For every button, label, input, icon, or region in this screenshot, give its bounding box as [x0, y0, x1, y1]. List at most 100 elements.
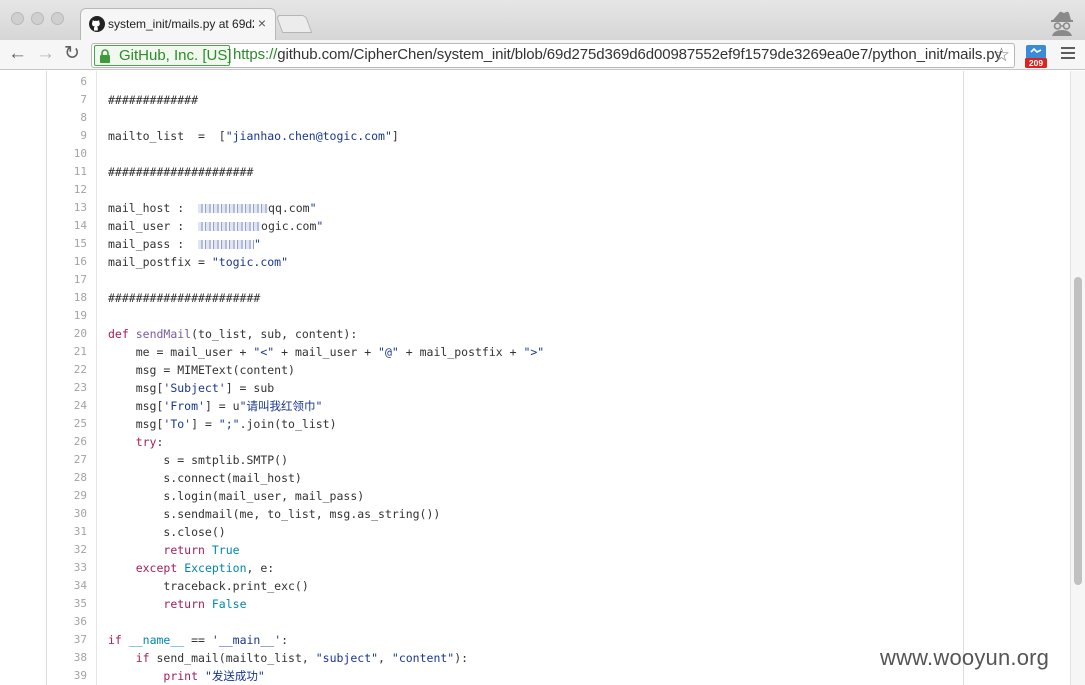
code-line: 6 [47, 73, 965, 91]
code-text: traceback.print_exc() [108, 579, 309, 593]
code-line: 20 def sendMail(to_list, sub, content): [47, 325, 965, 343]
reload-icon[interactable]: ↻ [64, 44, 80, 64]
line-number[interactable]: 30 [47, 505, 87, 523]
line-number[interactable]: 14 [47, 217, 87, 235]
code-line: 12 [47, 181, 965, 199]
code-text: msg = MIMEText(content) [108, 363, 295, 377]
line-number[interactable]: 13 [47, 199, 87, 217]
code-line: 34 traceback.print_exc() [47, 577, 965, 595]
line-number[interactable]: 32 [47, 541, 87, 559]
code-line: 36 [47, 613, 965, 631]
github-octocat-icon [89, 16, 105, 32]
line-number[interactable]: 34 [47, 577, 87, 595]
scrollbar-thumb[interactable] [1074, 277, 1082, 585]
line-number[interactable]: 10 [47, 145, 87, 163]
line-number[interactable]: 20 [47, 325, 87, 343]
code-line: 37 if __name__ == '__main__': [47, 631, 965, 649]
code-text: msg['From'] = u"请叫我红领巾" [108, 399, 323, 413]
line-number[interactable]: 18 [47, 289, 87, 307]
line-number[interactable]: 22 [47, 361, 87, 379]
line-number[interactable]: 28 [47, 469, 87, 487]
line-number[interactable]: 12 [47, 181, 87, 199]
line-number[interactable]: 25 [47, 415, 87, 433]
code-line: 21 me = mail_user + "<" + mail_user + "@… [47, 343, 965, 361]
line-number[interactable]: 6 [47, 73, 87, 91]
code-text: if __name__ == '__main__': [108, 633, 289, 647]
code-text: if send_mail(mailto_list, "subject", "co… [135, 651, 469, 665]
line-number[interactable]: 7 [47, 91, 87, 109]
code-line: 7 ############# [47, 91, 965, 109]
code-line: 26 try: [47, 433, 965, 451]
code-text: ###################### [108, 291, 261, 305]
line-number[interactable]: 17 [47, 271, 87, 289]
code-line: 11 ##################### [47, 163, 965, 181]
tab-mails-py[interactable]: system_init/mails.py at 69d275d369d6d009… [80, 8, 276, 40]
bookmark-star-icon[interactable]: ☆ [993, 44, 1010, 67]
forward-arrow-icon[interactable]: → [36, 44, 55, 64]
code-line: 32 return True [47, 541, 965, 559]
code-line: 19 [47, 307, 965, 325]
ev-certificate-badge[interactable]: GitHub, Inc. [US] [94, 45, 232, 66]
line-number[interactable]: 35 [47, 595, 87, 613]
vertical-scrollbar[interactable] [1070, 71, 1085, 685]
tab-title: system_init/mails.py at 69d275d369d6d009… [108, 17, 254, 31]
line-number[interactable]: 16 [47, 253, 87, 271]
line-number[interactable]: 11 [47, 163, 87, 181]
code-text: s.close() [108, 525, 226, 539]
code-text: me = mail_user + "<" + mail_user + "@" +… [108, 345, 545, 359]
line-number[interactable]: 37 [47, 631, 87, 649]
extension-icon[interactable]: 209 [1025, 44, 1047, 68]
line-number[interactable]: 33 [47, 559, 87, 577]
line-number[interactable]: 38 [47, 649, 87, 667]
code-line: 28 s.connect(mail_host) [47, 469, 965, 487]
line-number[interactable]: 39 [47, 667, 87, 685]
minimize-window-button[interactable] [31, 12, 44, 25]
line-number[interactable]: 19 [47, 307, 87, 325]
line-number[interactable]: 24 [47, 397, 87, 415]
line-number[interactable]: 21 [47, 343, 87, 361]
url-path: github.com/CipherChen/system_init/blob/6… [277, 46, 1002, 63]
new-tab-button[interactable] [275, 15, 313, 33]
code-line: 29 s.login(mail_user, mail_pass) [47, 487, 965, 505]
line-number[interactable]: 9 [47, 127, 87, 145]
code-text: except Exception, e: [135, 561, 275, 575]
close-window-button[interactable] [11, 12, 24, 25]
menu-hamburger-icon[interactable] [1061, 47, 1075, 61]
line-number[interactable]: 36 [47, 613, 87, 631]
code-text: print "发送成功" [163, 669, 265, 683]
extension-badge-count: 209 [1029, 58, 1043, 68]
browser-toolbar: ← → ↻ GitHub, Inc. [US] https://github.c… [0, 40, 1085, 70]
ev-certificate-label: GitHub, Inc. [US] [119, 47, 232, 64]
line-number[interactable]: 23 [47, 379, 87, 397]
address-bar[interactable]: GitHub, Inc. [US] https://github.com/Cip… [91, 43, 1015, 68]
code-text: return False [163, 597, 247, 611]
code-text: mailto_list = ["jianhao.chen@togic.com"] [108, 129, 399, 143]
zoom-window-button[interactable] [51, 12, 64, 25]
code-text: mail_pass : " [108, 237, 261, 251]
url-text[interactable]: https://github.com/CipherChen/system_ini… [233, 46, 1002, 63]
code-line: 8 [47, 109, 965, 127]
code-line: 15 mail_pass : " [47, 235, 965, 253]
code-line: 16 mail_postfix = "togic.com" [47, 253, 965, 271]
code-line: 9 mailto_list = ["jianhao.chen@togic.com"… [47, 127, 965, 145]
line-number[interactable]: 8 [47, 109, 87, 127]
line-number[interactable]: 15 [47, 235, 87, 253]
code-text: ##################### [108, 165, 254, 179]
line-number[interactable]: 27 [47, 451, 87, 469]
line-number[interactable]: 29 [47, 487, 87, 505]
code-line: 14 mail_user : ogic.com" [47, 217, 965, 235]
incognito-profile-icon[interactable] [1047, 6, 1077, 36]
code-text: mail_user : ogic.com" [108, 219, 324, 233]
code-text: msg['To'] = ";".join(to_list) [108, 417, 337, 431]
code-text: s = smtplib.SMTP() [108, 453, 289, 467]
watermark: www.wooyun.org [880, 645, 1050, 670]
line-number[interactable]: 26 [47, 433, 87, 451]
tab-close-icon[interactable]: × [258, 15, 266, 31]
line-number[interactable]: 31 [47, 523, 87, 541]
code-text: s.sendmail(me, to_list, msg.as_string()) [108, 507, 441, 521]
back-arrow-icon[interactable]: ← [8, 44, 27, 64]
code-text: s.connect(mail_host) [108, 471, 302, 485]
code-text: def sendMail(to_list, sub, content): [108, 327, 358, 341]
code-line: 30 s.sendmail(me, to_list, msg.as_string… [47, 505, 965, 523]
code-line: 23 msg['Subject'] = sub [47, 379, 965, 397]
